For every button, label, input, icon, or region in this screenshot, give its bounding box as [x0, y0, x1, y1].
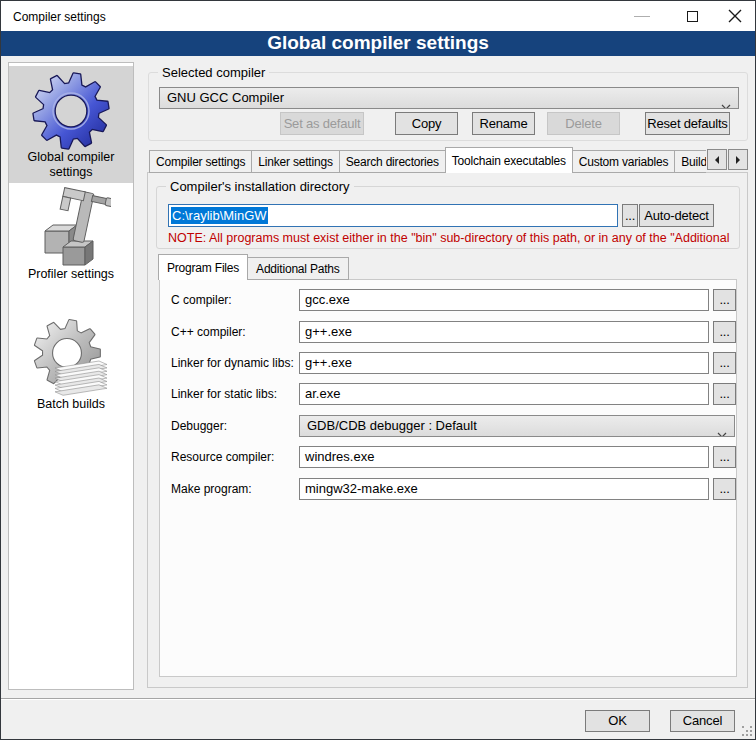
- installation-directory-input[interactable]: C:\raylib\MinGW: [168, 204, 618, 227]
- linker-for-dynamic-libs-browse-button[interactable]: ...: [713, 352, 736, 374]
- minimize-icon[interactable]: [634, 16, 650, 17]
- category-sidebar: Global compiler settings: [8, 62, 134, 690]
- form-row-make-program: Make program: mingw32-make.exe...: [160, 478, 738, 500]
- ok-button[interactable]: OK: [585, 710, 650, 732]
- compiler-select-value: GNU GCC Compiler: [167, 90, 284, 105]
- program-files-page: C compiler: gcc.exe... C++ compiler: g++.ex…: [159, 279, 737, 677]
- linker-for-static-libs-input[interactable]: ar.exe: [299, 383, 709, 405]
- form-row-resource-compiler: Resource compiler: windres.exe...: [160, 446, 738, 468]
- tab-linker-settings[interactable]: Linker settings: [251, 150, 339, 173]
- debugger-label: Debugger:: [171, 415, 227, 437]
- linker-for-static-libs-label: Linker for static libs:: [171, 383, 277, 405]
- linker-for-dynamic-libs-label: Linker for dynamic libs:: [171, 352, 294, 374]
- dialog-window: Compiler settings Global compiler settin…: [0, 0, 756, 740]
- c-compiler-label: C++ compiler:: [171, 321, 246, 343]
- form-row-c-compiler: C compiler: gcc.exe...: [160, 289, 738, 311]
- form-row-linker-for-dynamic-libs: Linker for dynamic libs:g++.exe...: [160, 352, 738, 374]
- maximize-icon[interactable]: [687, 11, 698, 22]
- resource-compiler-label: Resource compiler:: [171, 446, 274, 468]
- autodetect-button[interactable]: Auto-detect: [639, 204, 714, 227]
- sidebar-item-profiler-settings[interactable]: Profiler settings: [9, 187, 133, 293]
- tab-toolchain-executables[interactable]: Toolchain executables: [445, 147, 573, 173]
- linker-for-static-libs-browse-button[interactable]: ...: [713, 383, 736, 405]
- make-program-label: Make program:: [171, 478, 252, 500]
- debugger-select[interactable]: GDB/CDB debugger : Default: [299, 415, 735, 437]
- select-value: GDB/CDB debugger : Default: [307, 418, 477, 433]
- c-compiler-browse-button[interactable]: ...: [713, 321, 736, 343]
- tab-search-directories[interactable]: Search directories: [339, 150, 446, 173]
- installation-note: NOTE: All programs must exist either in …: [168, 231, 734, 245]
- batch-builds-icon: [31, 317, 111, 397]
- sidebar-item-label: Global compiler settings: [9, 150, 133, 180]
- make-program-browse-button[interactable]: ...: [713, 478, 736, 500]
- chevron-down-icon: [717, 424, 727, 437]
- selected-compiler-group: Selected compiler GNU GCC Compiler Set a…: [148, 72, 748, 141]
- installation-directory-label: Compiler's installation directory: [166, 179, 354, 194]
- c-compiler-browse-button[interactable]: ...: [713, 289, 736, 311]
- installation-directory-browse-button[interactable]: ...: [622, 204, 638, 227]
- form-row-linker-for-static-libs: Linker for static libs: ar.exe...: [160, 383, 738, 405]
- sidebar-item-label: Batch builds: [9, 397, 133, 412]
- c-compiler-input[interactable]: g++.exe: [299, 321, 709, 343]
- cancel-button[interactable]: Cancel: [670, 710, 735, 732]
- tab-strip: Compiler settingsLinker settingsSearch d…: [149, 147, 706, 173]
- close-icon[interactable]: [728, 9, 742, 23]
- blue-gear-icon: [31, 70, 111, 150]
- subtab-strip: Program FilesAdditional Paths: [158, 254, 558, 280]
- linker-for-dynamic-libs-input[interactable]: g++.exe: [299, 352, 709, 374]
- subtab-additional-paths[interactable]: Additional Paths: [247, 257, 349, 280]
- tab-scroll-left-button[interactable]: [707, 149, 727, 170]
- c-compiler-label: C compiler:: [171, 289, 232, 311]
- make-program-input[interactable]: mingw32-make.exe: [299, 478, 709, 500]
- resource-compiler-browse-button[interactable]: ...: [713, 446, 736, 468]
- caliper-icon: [31, 187, 111, 267]
- tab-scroll-right-button[interactable]: [728, 149, 748, 170]
- titlebar: Compiler settings: [1, 1, 755, 31]
- sidebar-item-label: Profiler settings: [9, 267, 133, 282]
- set-as-default-button: Set as default: [280, 112, 364, 135]
- copy-button[interactable]: Copy: [395, 112, 458, 135]
- c-compiler-input[interactable]: gcc.exe: [299, 289, 709, 311]
- footer-separator: [0, 698, 756, 700]
- tab-build-options[interactable]: Build options: [674, 150, 706, 173]
- installation-directory-value: C:\raylib\MinGW: [171, 207, 268, 224]
- form-row-debugger: Debugger: GDB/CDB debugger : Default: [160, 415, 738, 437]
- tab-compiler-settings[interactable]: Compiler settings: [149, 150, 252, 173]
- selected-compiler-label: Selected compiler: [158, 65, 269, 80]
- compiler-select[interactable]: GNU GCC Compiler: [159, 87, 739, 109]
- resource-compiler-input[interactable]: windres.exe: [299, 446, 709, 468]
- dialog-header: Global compiler settings: [1, 31, 755, 56]
- chevron-down-icon: [721, 96, 731, 109]
- form-row-c-compiler: C++ compiler: g++.exe...: [160, 321, 738, 343]
- subtab-program-files[interactable]: Program Files: [158, 254, 248, 280]
- sidebar-item-global-compiler-settings[interactable]: Global compiler settings: [9, 66, 133, 183]
- resize-grip[interactable]: [742, 726, 744, 728]
- tab-custom-variables[interactable]: Custom variables: [572, 150, 676, 173]
- delete-button: Delete: [547, 112, 620, 135]
- installation-directory-group: Compiler's installation directory C:\ray…: [156, 186, 740, 249]
- sidebar-item-batch-builds[interactable]: Batch builds: [9, 317, 133, 419]
- window-title: Compiler settings: [13, 10, 106, 24]
- rename-button[interactable]: Rename: [472, 112, 535, 135]
- reset-defaults-button[interactable]: Reset defaults: [645, 112, 730, 135]
